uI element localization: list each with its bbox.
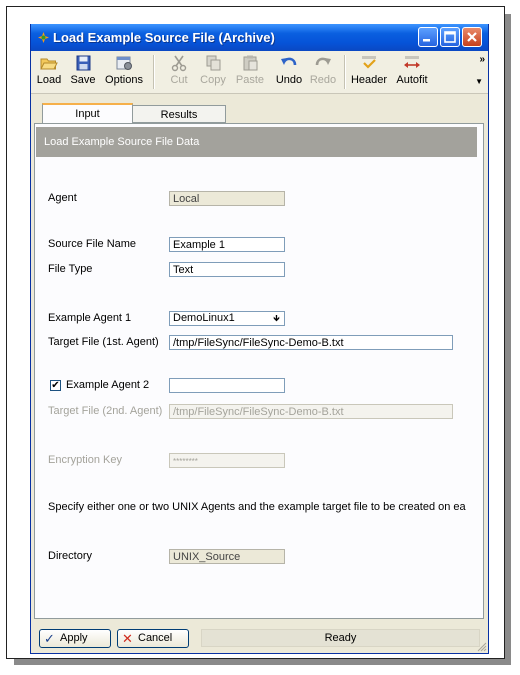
header-icon [362, 56, 376, 69]
autofit-button[interactable]: Autofit [392, 54, 432, 86]
maximize-button[interactable] [440, 27, 460, 47]
undo-icon [281, 57, 297, 66]
load-button[interactable]: Load [34, 54, 64, 86]
minimize-icon [423, 39, 430, 42]
instructions-text: Specify either one or two UNIX Agents an… [48, 501, 466, 513]
save-button[interactable]: Save [68, 54, 98, 86]
status-bar: ✓ Apply ✕ Cancel Ready [31, 622, 488, 653]
folder-open-icon [40, 58, 58, 70]
example-agent-2-checkbox[interactable]: ✔ [50, 380, 61, 391]
encryption-key-input: ******** [169, 453, 285, 468]
toolbar-overflow-button[interactable]: » [479, 54, 485, 65]
tab-results[interactable]: Results [132, 105, 226, 123]
toolbar: Load Save Options Cut Copy Paste Undo Re… [31, 51, 488, 94]
maximize-icon [444, 31, 456, 43]
autofit-icon [404, 56, 420, 68]
title-bar[interactable]: Load Example Source File (Archive) [31, 24, 488, 51]
directory-field: UNIX_Source [169, 549, 285, 564]
agent-field: Local [169, 191, 285, 206]
cancel-x-icon: ✕ [122, 631, 133, 646]
options-icon [116, 56, 132, 70]
header-button[interactable]: Header [349, 54, 389, 86]
example-agent-2-label: Example Agent 2 [66, 379, 150, 391]
resize-grip-icon[interactable] [475, 640, 487, 652]
status-text: Ready [201, 629, 480, 647]
options-button[interactable]: Options [103, 54, 145, 86]
target-file-2-label: Target File (2nd. Agent) [48, 405, 163, 417]
app-icon [38, 32, 49, 43]
close-button[interactable] [462, 27, 482, 47]
example-agent-1-label: Example Agent 1 [48, 312, 132, 324]
cut-button[interactable]: Cut [166, 54, 192, 86]
directory-label: Directory [48, 550, 93, 562]
tab-input[interactable]: Input [42, 103, 133, 124]
encryption-key-label: Encryption Key [48, 454, 122, 466]
minimize-button[interactable] [418, 27, 438, 47]
toolbar-dropdown-icon[interactable]: ▼ [475, 77, 483, 86]
checkmark-icon: ✓ [44, 631, 55, 646]
target-file-1-label: Target File (1st. Agent) [48, 336, 159, 348]
toolbar-separator [153, 55, 155, 89]
source-file-name-input[interactable]: Example 1 [169, 237, 285, 252]
redo-icon [315, 57, 331, 66]
redo-button[interactable]: Redo [309, 54, 337, 86]
file-type-input[interactable]: Text [169, 262, 285, 277]
source-file-name-label: Source File Name [48, 238, 137, 250]
section-header: Load Example Source File Data [36, 127, 477, 157]
dialog-window: Load Example Source File (Archive) Load … [30, 24, 489, 654]
apply-button[interactable]: ✓ Apply [39, 629, 111, 648]
target-file-2-input: /tmp/FileSync/FileSync-Demo-B.txt [169, 404, 453, 419]
file-type-label: File Type [48, 263, 93, 275]
toolbar-separator [344, 55, 346, 89]
scissors-icon [171, 55, 187, 72]
example-agent-2-input[interactable] [169, 378, 285, 393]
window-title: Load Example Source File (Archive) [53, 30, 275, 45]
dropdown-arrow-icon[interactable]: 🡻 [271, 313, 282, 324]
paste-button[interactable]: Paste [234, 54, 266, 86]
example-agent-1-select[interactable]: DemoLinux1 🡻 [169, 311, 285, 326]
copy-button[interactable]: Copy [197, 54, 229, 86]
paste-icon [243, 55, 258, 71]
copy-icon [206, 55, 221, 71]
floppy-disk-icon [76, 55, 91, 71]
cancel-button[interactable]: ✕ Cancel [117, 629, 189, 648]
close-icon [467, 32, 477, 42]
agent-label: Agent [48, 192, 77, 204]
target-file-1-input[interactable]: /tmp/FileSync/FileSync-Demo-B.txt [169, 335, 453, 350]
undo-button[interactable]: Undo [274, 54, 304, 86]
example-agent-1-value: DemoLinux1 [173, 312, 235, 324]
